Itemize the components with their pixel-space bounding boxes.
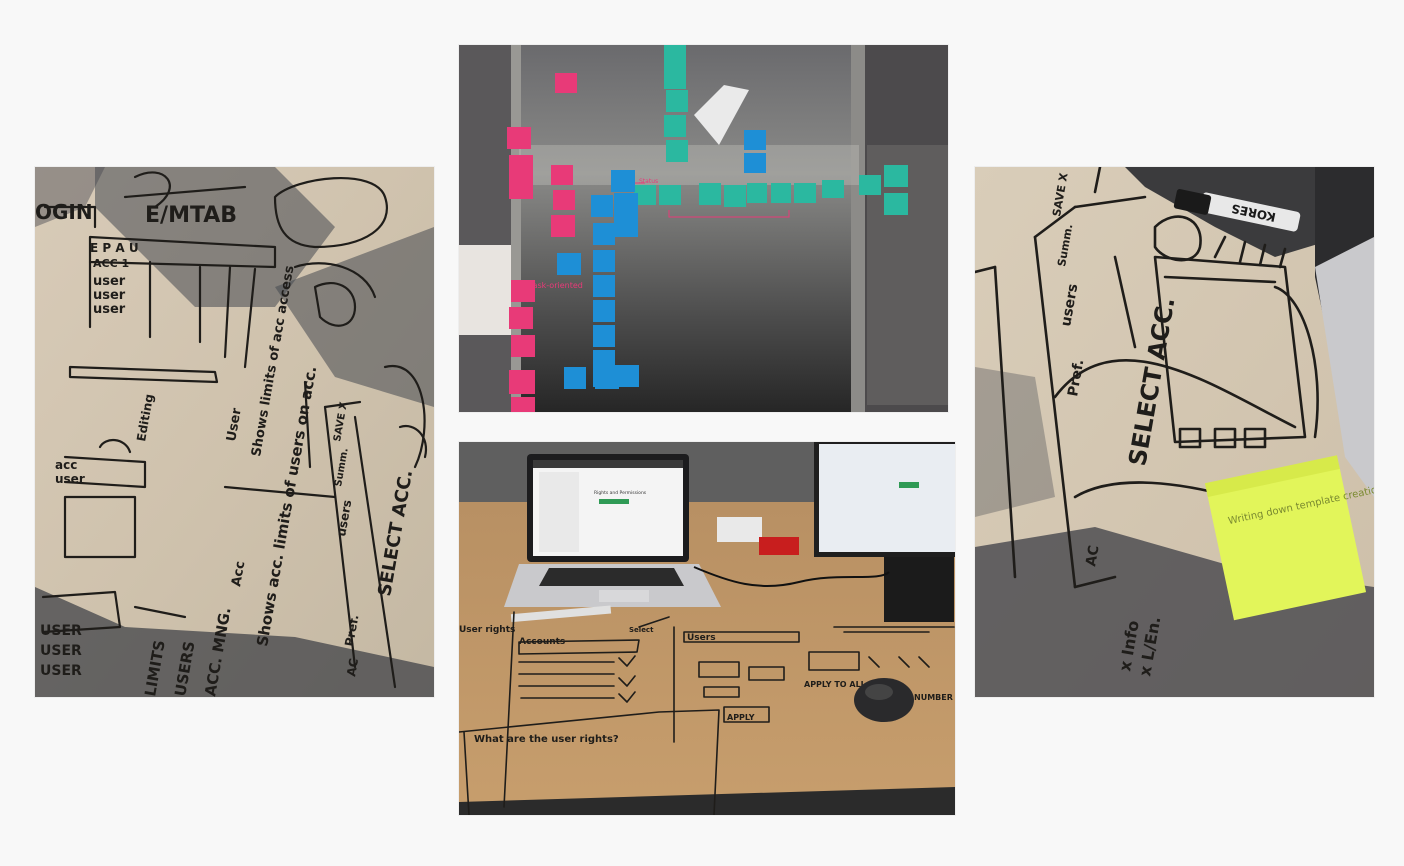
desk-label-number: NUMBER: [914, 693, 953, 702]
desk-label-accounts: Accounts: [519, 637, 565, 647]
label-tab: E/MTAB: [145, 203, 237, 228]
label-login: OGIN: [35, 200, 93, 224]
screen-title: Rights and Permissions: [594, 490, 647, 496]
label-acc-small: acc: [55, 458, 77, 472]
label-user-2: user: [93, 288, 126, 303]
desk-label-apply-all: APPLY TO ALL: [804, 680, 866, 689]
photo-sketch-account-management: OGIN E/MTAB E P A U ACC 1 user user user…: [35, 167, 434, 697]
screen-green-button: [599, 499, 629, 504]
wall-label-task: Task-oriented: [528, 281, 583, 290]
wall-label-status: Status: [639, 178, 658, 185]
label-user-b: USER: [40, 643, 82, 659]
sketch-left-drawing: OGIN E/MTAB E P A U ACC 1 user user user…: [35, 167, 434, 697]
label-user-1: user: [93, 274, 126, 289]
desk-label-question: What are the user rights?: [474, 734, 619, 745]
label-header-letters: E P A U: [90, 241, 139, 255]
wall-scene: Task-oriented Status: [459, 45, 948, 412]
photo-desk-laptop: Rights and Permissions User rights Accou…: [459, 442, 955, 815]
label-user-c: USER: [40, 663, 82, 679]
photo-sticky-note-wall: Task-oriented Status: [459, 45, 948, 412]
desk-label-users: Users: [687, 633, 716, 643]
desk-label-select: Select: [629, 626, 654, 634]
label-acc1: ACC 1: [93, 257, 129, 270]
desk-scene: Rights and Permissions User rights Accou…: [459, 442, 955, 815]
desk-label-apply: APPLY: [727, 713, 755, 722]
photo-sketch-select-account: KORES Pref. users Summ. SAVE X SELECT AC…: [975, 167, 1374, 697]
label-user-3: user: [93, 302, 126, 317]
label-user-small: user: [55, 472, 85, 486]
desk-label-rights: User rights: [459, 625, 515, 635]
sketch-right-drawing: KORES Pref. users Summ. SAVE X SELECT AC…: [975, 167, 1374, 697]
label-user-a: USER: [40, 623, 82, 639]
